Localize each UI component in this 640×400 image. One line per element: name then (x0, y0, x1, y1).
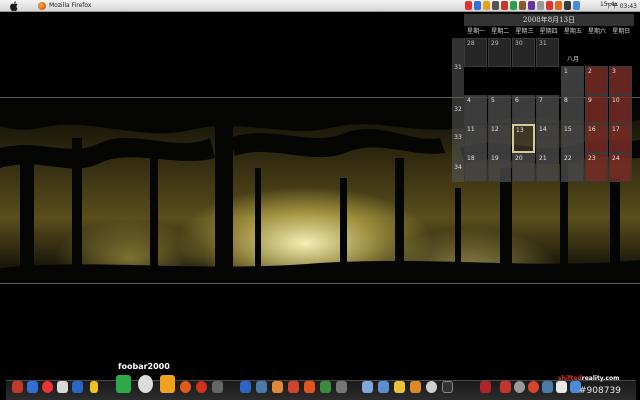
calendar-day[interactable]: 19 (488, 153, 511, 182)
calendar-day[interactable]: 12 (488, 124, 511, 153)
weekday-label: 星期六 (588, 28, 607, 35)
weekday-label: 星期三 (515, 28, 534, 35)
week-number: 31 (454, 64, 462, 71)
calendar-day[interactable]: 5 (488, 95, 511, 124)
dock-app-icon[interactable] (410, 381, 421, 393)
clock[interactable]: 下午 03:43 (606, 1, 637, 10)
apple-menu-icon[interactable] (8, 0, 20, 12)
dock-app-icon[interactable] (320, 381, 331, 393)
calendar-date-title: 2008年8月13日 (464, 14, 634, 26)
calendar-day[interactable]: 1 (561, 66, 584, 95)
calendar-day-weekend[interactable]: 16 (585, 124, 608, 153)
dock-app-icon[interactable] (394, 381, 405, 393)
dock-app-icon[interactable] (514, 381, 525, 393)
tray-app-icon[interactable] (474, 1, 481, 10)
calendar-day[interactable]: 7 (536, 95, 559, 124)
calendar-day[interactable]: 11 (464, 124, 487, 153)
calendar-day[interactable]: 6 (512, 95, 535, 124)
dock-app-icon[interactable] (528, 381, 539, 393)
calendar-day-prev-month[interactable]: 28 (464, 38, 487, 67)
calendar-day-prev-month[interactable]: 30 (512, 38, 535, 67)
week-number: 33 (454, 134, 462, 141)
dock-app-icon[interactable] (426, 381, 437, 393)
tray-app-icon[interactable] (528, 1, 535, 10)
top-panel: Mozilla Firefox 15 4x 下午 03:43 (0, 0, 640, 12)
tray-app-icon[interactable] (465, 1, 472, 10)
dock-app-icon[interactable] (272, 381, 283, 393)
foobar2000-icon[interactable] (138, 375, 153, 393)
dock-app-icon[interactable] (378, 381, 389, 393)
dock-app-icon[interactable] (196, 381, 207, 393)
weekday-label: 星期二 (491, 28, 510, 35)
calendar-day-weekend[interactable]: 3 (609, 66, 632, 95)
dock-app-icon[interactable] (480, 381, 491, 393)
dock-app-icon[interactable] (442, 381, 453, 393)
weekday-label: 星期日 (612, 28, 631, 35)
dock-app-icon[interactable] (57, 381, 68, 393)
tray-app-icon[interactable] (501, 1, 508, 10)
dock-app-icon[interactable] (27, 381, 38, 393)
network-icon[interactable] (537, 1, 544, 10)
dock-app-icon[interactable] (256, 381, 267, 393)
brand-text-prefix: shifted (558, 375, 582, 382)
calendar-day-weekend[interactable]: 17 (609, 124, 632, 153)
calendar-day-weekend[interactable]: 9 (585, 95, 608, 124)
calendar-day[interactable]: 4 (464, 95, 487, 124)
dock-app-icon[interactable] (12, 381, 23, 393)
dock-app-icon[interactable] (240, 381, 251, 393)
calendar-day[interactable]: 15 (561, 124, 584, 153)
dock-app-icon[interactable] (362, 381, 373, 393)
media-player-icon[interactable] (160, 375, 175, 393)
dock-app-icon[interactable] (90, 381, 98, 393)
system-tray (465, 1, 580, 10)
dock-app-icon[interactable] (500, 381, 511, 393)
week-number: 34 (454, 164, 462, 171)
brand-text-suffix: reality.com (581, 375, 620, 382)
calendar-day-prev-month[interactable]: 31 (536, 38, 559, 67)
weekday-label: 星期五 (563, 28, 582, 35)
dock-app-icon[interactable] (212, 381, 223, 393)
calendar-day[interactable]: 8 (561, 95, 584, 124)
calendar-day-weekend[interactable]: 23 (585, 153, 608, 182)
calendar-day-weekend[interactable]: 2 (585, 66, 608, 95)
tray-app-icon[interactable] (546, 1, 553, 10)
calendar-day-today[interactable]: 13 (512, 124, 535, 153)
weekday-label: 星期四 (539, 28, 558, 35)
calendar-day-weekend[interactable]: 10 (609, 95, 632, 124)
tray-app-icon[interactable] (510, 1, 517, 10)
week-number: 32 (454, 106, 462, 113)
taskbar-window-title: Mozilla Firefox (49, 2, 92, 9)
dock-hover-label: foobar2000 (118, 362, 170, 371)
dock-app-icon[interactable] (72, 381, 83, 393)
tray-app-icon[interactable] (492, 1, 499, 10)
tray-app-icon[interactable] (555, 1, 562, 10)
calendar-day-prev-month[interactable]: 29 (488, 38, 511, 67)
calendar-month-label: 八月 (566, 56, 579, 63)
brand-text: shiftedreality.com (558, 375, 619, 382)
dock-app-icon[interactable] (42, 381, 53, 393)
calendar-day[interactable]: 21 (536, 153, 559, 182)
firefox-icon[interactable] (180, 381, 191, 393)
tray-app-icon[interactable] (483, 1, 490, 10)
dock-app-icon[interactable] (304, 381, 315, 393)
calendar-day[interactable]: 20 (512, 153, 535, 182)
calendar-day[interactable]: 14 (536, 124, 559, 153)
tray-app-icon[interactable] (519, 1, 526, 10)
calendar-day[interactable]: 22 (561, 153, 584, 182)
weekday-label: 星期一 (467, 28, 486, 35)
wallpaper-divider (0, 283, 640, 284)
taskbar-firefox[interactable]: Mozilla Firefox (38, 0, 91, 12)
dock-app-icon[interactable] (288, 381, 299, 393)
tray-app-icon[interactable] (573, 1, 580, 10)
dock-app-icon[interactable] (542, 381, 553, 393)
calendar-weekday-header: 星期一 星期二 星期三 星期四 星期五 星期六 星期日 (464, 26, 634, 37)
calendar-day-weekend[interactable]: 24 (609, 153, 632, 182)
watermark: #908739 (579, 386, 621, 396)
firefox-icon (38, 1, 46, 10)
facetime-icon[interactable] (116, 375, 131, 393)
tray-app-icon[interactable] (564, 1, 571, 10)
calendar-day[interactable]: 18 (464, 153, 487, 182)
dock-app-icon[interactable] (336, 381, 347, 393)
dock-app-icon[interactable] (556, 381, 567, 393)
